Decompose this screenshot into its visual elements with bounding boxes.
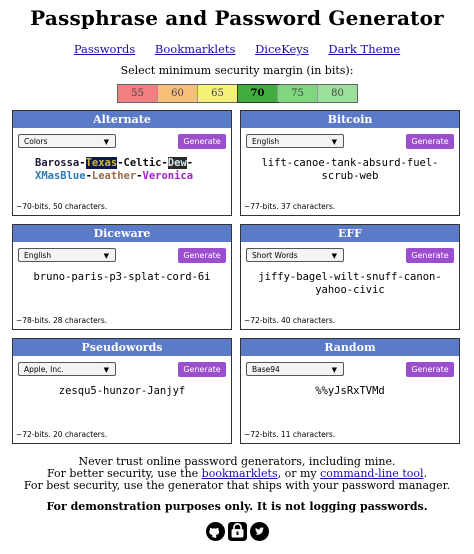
- security-margin-prompt: Select minimum security margin (in bits)…: [120, 64, 354, 77]
- eff-generate-button[interactable]: Generate: [406, 248, 454, 263]
- random-list-select[interactable]: Base94 ▼: [246, 362, 344, 376]
- margin-option-65[interactable]: 65: [198, 85, 238, 102]
- select-value: English: [252, 137, 280, 146]
- margin-option-55[interactable]: 55: [118, 85, 158, 102]
- nav-dicekeys-link[interactable]: DiceKeys: [255, 42, 309, 56]
- bitcoin-card: Bitcoin English ▼ Generate lift-canoe-ta…: [240, 110, 460, 216]
- diceware-generate-button[interactable]: Generate: [178, 248, 226, 263]
- alternate-list-select[interactable]: Colors ▼: [18, 134, 116, 148]
- pseudowords-meta: ~72-bits. 20 characters.: [16, 430, 108, 439]
- margin-option-80[interactable]: 80: [318, 85, 357, 102]
- security-margin-selector: 55 60 65 70 75 80: [117, 84, 358, 103]
- keybase-icon[interactable]: [227, 522, 247, 541]
- separator: -: [79, 157, 86, 169]
- separator: -: [186, 157, 194, 169]
- card-title: Diceware: [13, 225, 231, 242]
- card-title: Bitcoin: [241, 111, 459, 128]
- margin-option-60[interactable]: 60: [158, 85, 198, 102]
- nav-dark-theme-link[interactable]: Dark Theme: [328, 42, 400, 56]
- random-generate-button[interactable]: Generate: [406, 362, 454, 377]
- bitcoin-meta: ~77-bits. 37 characters.: [244, 202, 336, 211]
- chevron-down-icon: ▼: [103, 252, 109, 260]
- margin-option-70[interactable]: 70: [237, 84, 279, 103]
- random-meta: ~72-bits. 11 characters.: [244, 430, 336, 439]
- page-title: Passphrase and Password Generator: [30, 6, 444, 30]
- select-value: Base94: [252, 365, 280, 374]
- margin-option-75[interactable]: 75: [278, 85, 318, 102]
- pseudowords-card: Pseudowords Apple, Inc. ▼ Generate zesqu…: [12, 338, 232, 444]
- chevron-down-icon: ▼: [331, 366, 337, 374]
- random-password: %%yJsRxTVMd: [315, 385, 385, 397]
- nav-bookmarklets-link[interactable]: Bookmarklets: [155, 42, 236, 56]
- chevron-down-icon: ▼: [103, 138, 109, 146]
- password-word: Celtic: [123, 157, 162, 169]
- select-value: Colors: [24, 137, 48, 146]
- card-title: Random: [241, 339, 459, 356]
- chevron-down-icon: ▼: [103, 366, 109, 374]
- password-word: Dew: [167, 157, 187, 169]
- alternate-card: Alternate Colors ▼ Generate Barossa-Texa…: [12, 110, 232, 216]
- random-card: Random Base94 ▼ Generate %%yJsRxTVMd ~72…: [240, 338, 460, 444]
- bitcoin-generate-button[interactable]: Generate: [406, 134, 454, 149]
- card-title: Pseudowords: [13, 339, 231, 356]
- pseudowords-generate-button[interactable]: Generate: [178, 362, 226, 377]
- eff-meta: ~72-bits. 40 characters.: [244, 316, 336, 325]
- diceware-card: Diceware English ▼ Generate bruno-paris-…: [12, 224, 232, 330]
- eff-list-select[interactable]: Short Words ▼: [246, 248, 344, 262]
- nav-passwords-link[interactable]: Passwords: [74, 42, 135, 56]
- password-word: XMasBlue: [35, 170, 86, 182]
- social-icons: [0, 522, 474, 541]
- password-word: Veronica: [142, 170, 194, 182]
- footer-line-3: For best security, use the generator tha…: [23, 479, 451, 492]
- alternate-generate-button[interactable]: Generate: [178, 134, 226, 149]
- twitter-icon[interactable]: [249, 522, 269, 541]
- bitcoin-password: lift-canoe-tank-absurd-fuel-scrub-web: [261, 157, 439, 182]
- card-title: Alternate: [13, 111, 231, 128]
- bitcoin-list-select[interactable]: English ▼: [246, 134, 344, 148]
- password-word: Barossa: [35, 157, 80, 169]
- alternate-meta: ~70-bits. 50 characters.: [16, 202, 108, 211]
- github-icon[interactable]: [205, 522, 225, 541]
- select-value: English: [24, 251, 52, 260]
- chevron-down-icon: ▼: [331, 252, 337, 260]
- chevron-down-icon: ▼: [331, 138, 337, 146]
- nav-links: Passwords Bookmarklets DiceKeys Dark The…: [0, 42, 474, 56]
- footer-notice: Never trust online password generators, …: [0, 456, 474, 492]
- pseudowords-list-select[interactable]: Apple, Inc. ▼: [18, 362, 116, 376]
- eff-card: EFF Short Words ▼ Generate jiffy-bagel-w…: [240, 224, 460, 330]
- diceware-password: bruno-paris-p3-splat-cord-6i: [33, 271, 211, 283]
- separator: -: [161, 157, 168, 169]
- diceware-list-select[interactable]: English ▼: [18, 248, 116, 262]
- card-title: EFF: [241, 225, 459, 242]
- select-value: Apple, Inc.: [24, 365, 64, 374]
- demo-disclaimer: For demonstration purposes only. It is n…: [46, 500, 428, 513]
- pseudowords-password: zesqu5-hunzor-Janjyf: [58, 385, 186, 397]
- password-word: Leather: [91, 170, 137, 182]
- password-word: Texas: [85, 157, 118, 169]
- eff-password: jiffy-bagel-wilt-snuff-canon-yahoo-civic: [258, 271, 442, 296]
- select-value: Short Words: [252, 251, 298, 260]
- alternate-password: Barossa-Texas-Celtic-Dew-XMasBlue-Leathe…: [35, 157, 209, 183]
- diceware-meta: ~78-bits. 28 characters.: [16, 316, 108, 325]
